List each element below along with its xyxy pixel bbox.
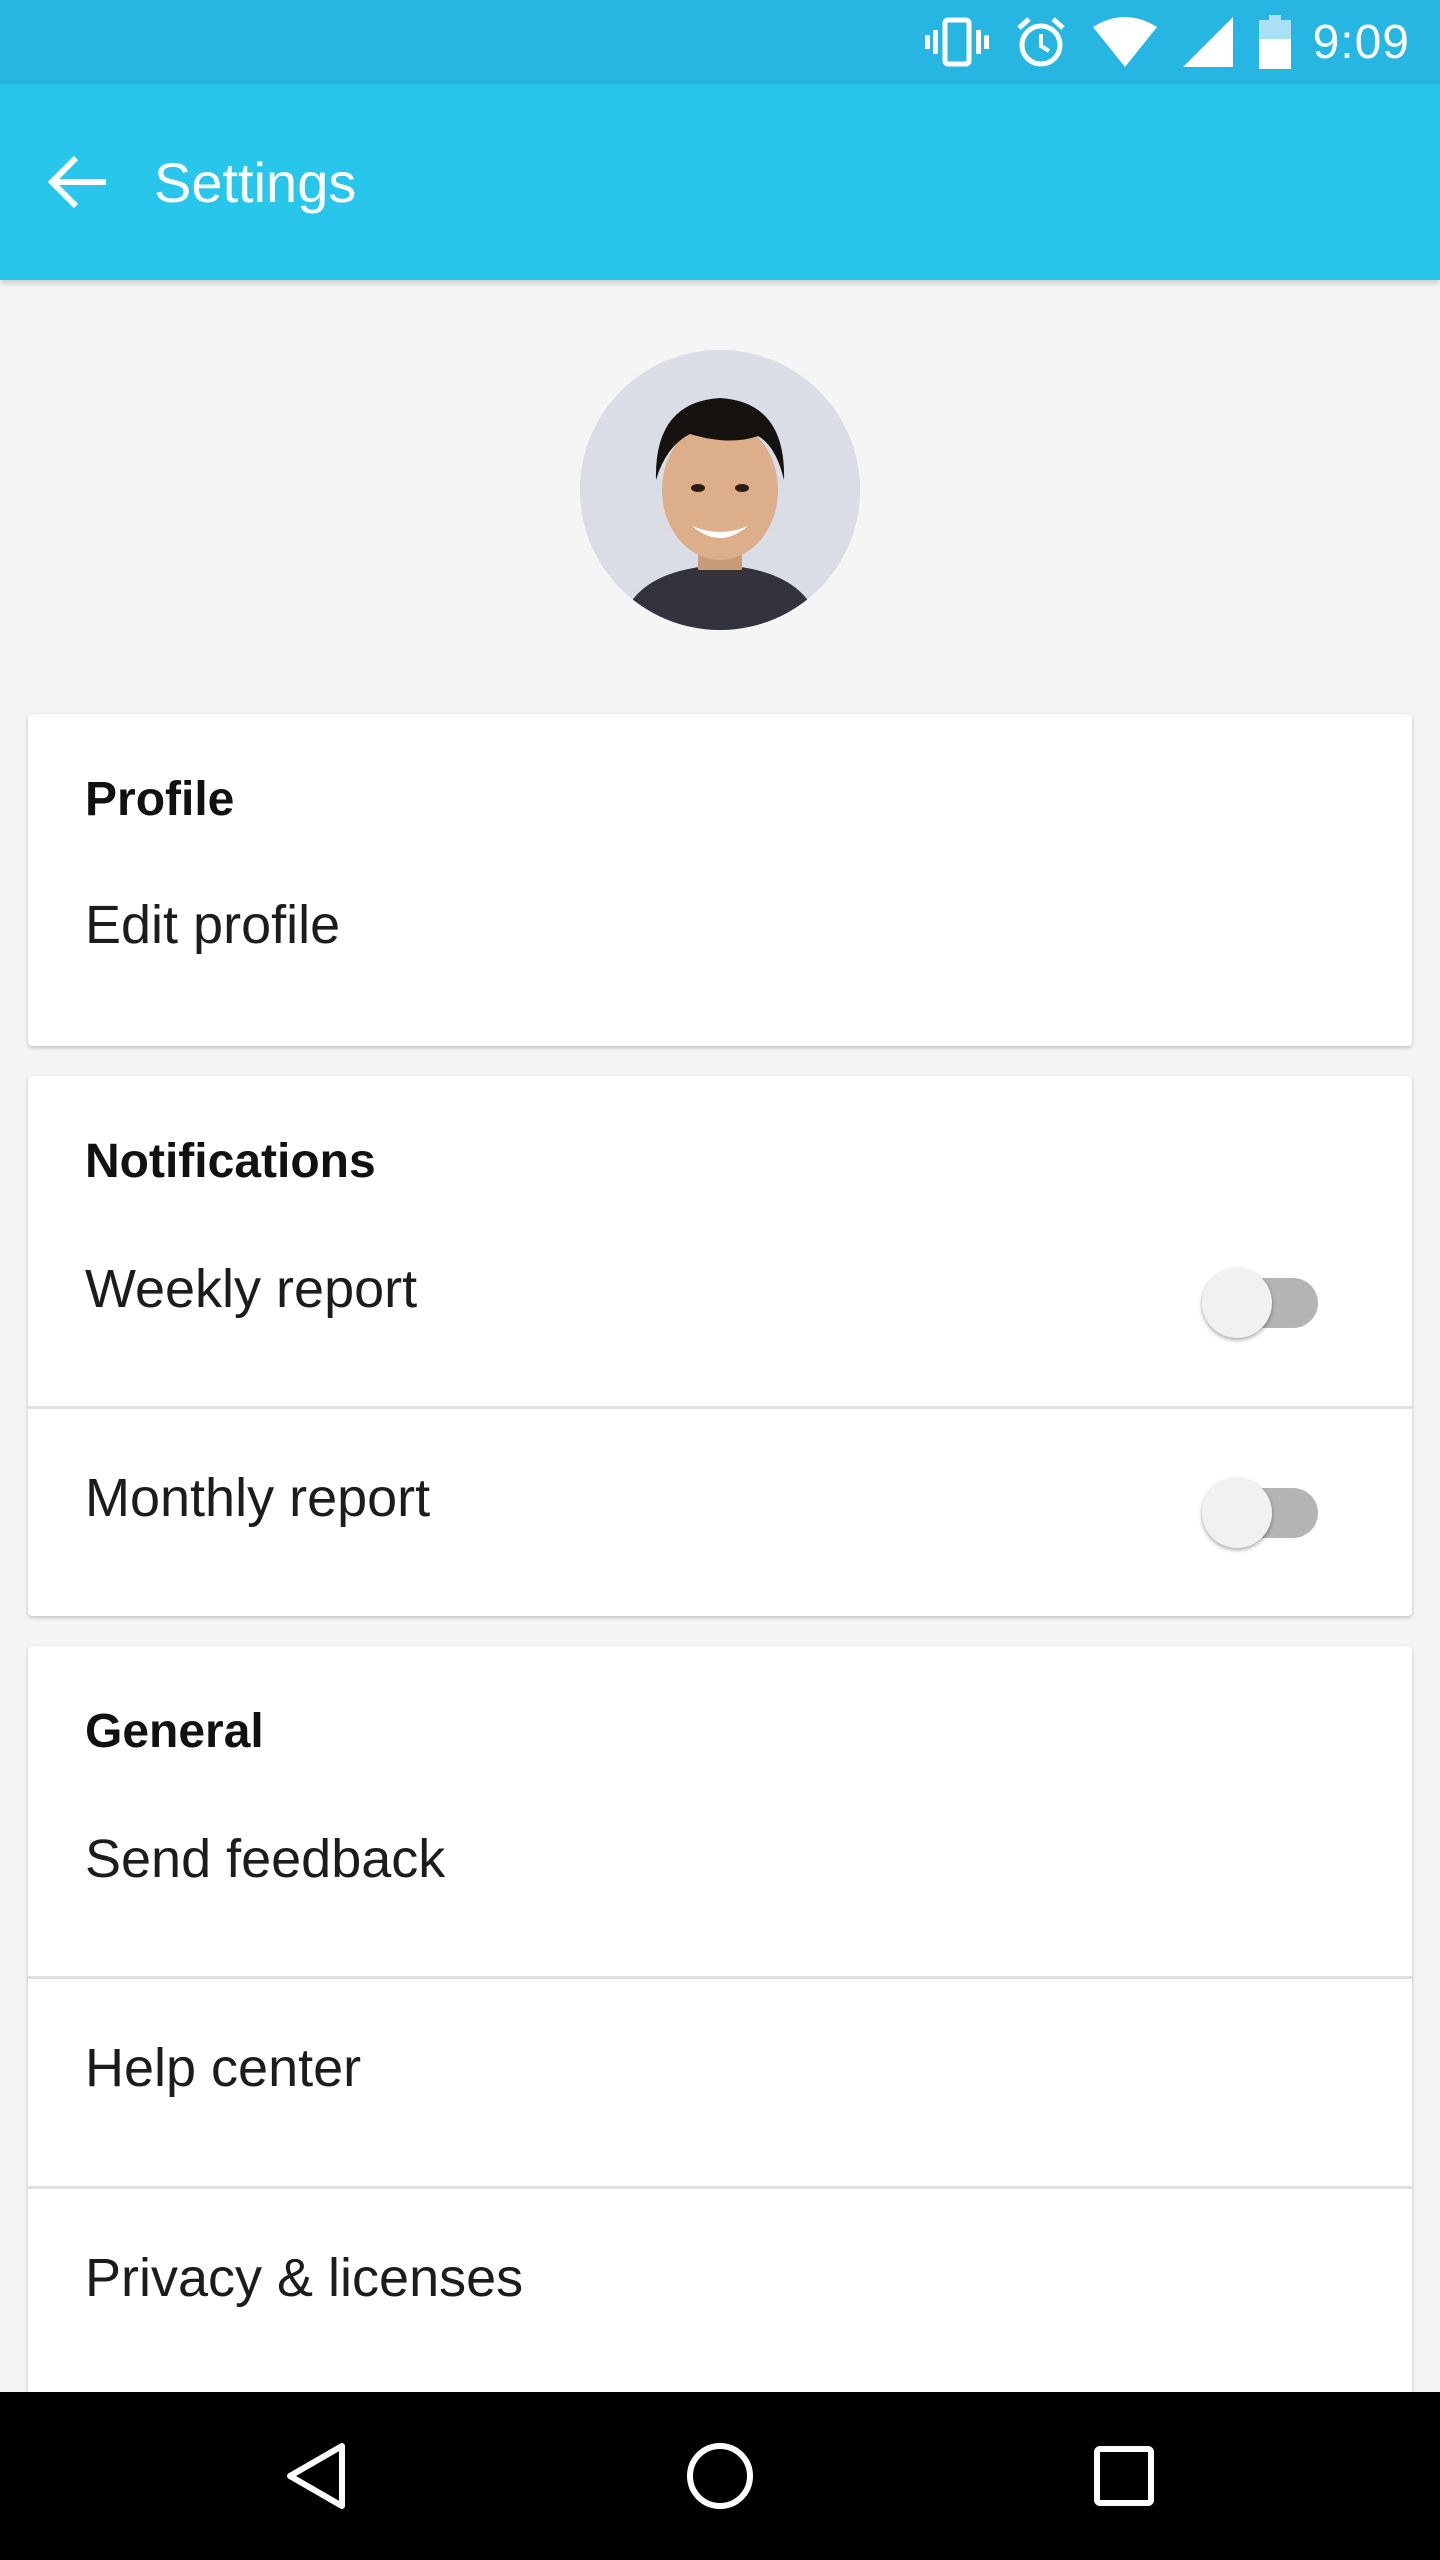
nav-recents-button[interactable] bbox=[1044, 2392, 1204, 2560]
weekly-report-toggle[interactable] bbox=[1200, 1256, 1340, 1338]
weekly-report-label: Weekly report bbox=[85, 1259, 418, 1319]
edit-profile-label: Edit profile bbox=[85, 895, 341, 955]
edit-profile-item[interactable]: Edit profile bbox=[28, 864, 1412, 1046]
app-bar: Settings bbox=[0, 84, 1440, 280]
cellular-signal-icon bbox=[1182, 17, 1233, 67]
monthly-report-item[interactable]: Monthly report bbox=[28, 1409, 1412, 1616]
profile-card: Profile Edit profile bbox=[28, 714, 1412, 1046]
monthly-report-toggle[interactable] bbox=[1200, 1466, 1340, 1548]
system-nav-bar bbox=[0, 2392, 1440, 2560]
nav-back-button[interactable] bbox=[236, 2392, 396, 2560]
privacy-licenses-label: Privacy & licenses bbox=[85, 2248, 524, 2308]
vibrate-icon bbox=[924, 16, 989, 68]
general-section-header: General bbox=[85, 1705, 264, 1758]
alarm-icon bbox=[1015, 16, 1067, 68]
status-bar: 9:09 bbox=[0, 0, 1440, 84]
page-title: Settings bbox=[154, 150, 357, 214]
toggle-thumb bbox=[1202, 1478, 1272, 1548]
back-button[interactable] bbox=[18, 122, 138, 242]
arrow-left-icon bbox=[48, 155, 106, 209]
privacy-licenses-item[interactable]: Privacy & licenses bbox=[28, 2189, 1412, 2392]
back-triangle-icon bbox=[287, 2443, 345, 2509]
notifications-card: Notifications Weekly report Monthly repo… bbox=[28, 1076, 1412, 1616]
nav-home-button[interactable] bbox=[640, 2392, 800, 2560]
battery-icon bbox=[1258, 15, 1291, 69]
profile-section-header: Profile bbox=[85, 773, 235, 826]
profile-photo bbox=[580, 350, 860, 630]
send-feedback-item[interactable]: Send feedback bbox=[28, 1796, 1412, 1976]
home-circle-icon bbox=[687, 2443, 753, 2509]
avatar[interactable] bbox=[580, 350, 860, 630]
status-time: 9:09 bbox=[1312, 15, 1410, 69]
wifi-icon bbox=[1092, 17, 1157, 67]
send-feedback-label: Send feedback bbox=[85, 1829, 446, 1889]
help-center-item[interactable]: Help center bbox=[28, 1979, 1412, 2186]
settings-content[interactable]: Profile Edit profile Notifications Weekl… bbox=[0, 280, 1440, 2392]
notifications-section-header: Notifications bbox=[85, 1135, 376, 1188]
general-card: General Send feedback Help center Privac… bbox=[28, 1646, 1412, 2392]
status-icons bbox=[924, 15, 1291, 69]
help-center-label: Help center bbox=[85, 2038, 362, 2098]
weekly-report-item[interactable]: Weekly report bbox=[28, 1226, 1412, 1406]
toggle-thumb bbox=[1202, 1268, 1272, 1338]
monthly-report-label: Monthly report bbox=[85, 1468, 431, 1528]
recents-square-icon bbox=[1094, 2446, 1154, 2506]
